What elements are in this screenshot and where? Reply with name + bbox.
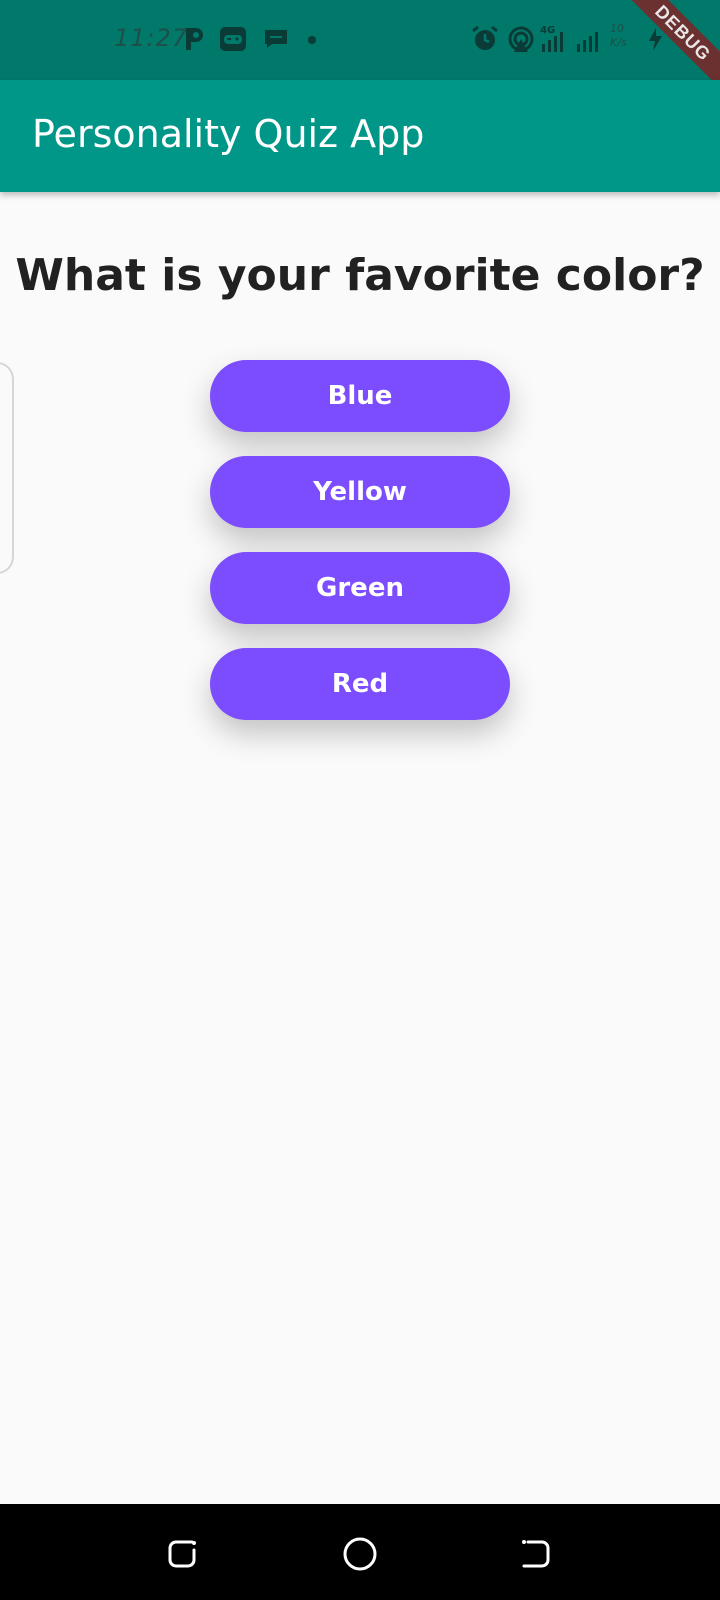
back-icon[interactable]	[516, 1534, 556, 1574]
app-bar: Personality Quiz App	[0, 80, 720, 192]
answer-button-blue[interactable]: Blue	[210, 360, 510, 432]
answer-button-red[interactable]: Red	[210, 648, 510, 720]
dot-icon	[308, 36, 316, 44]
message-icon	[265, 30, 287, 48]
recent-apps-icon[interactable]	[164, 1534, 204, 1574]
game-icon	[220, 27, 246, 51]
edge-panel-handle[interactable]	[0, 362, 14, 574]
signal-icon: 4G	[540, 25, 563, 52]
hotspot-icon	[508, 26, 534, 52]
svg-text:4G: 4G	[540, 25, 555, 36]
status-time: 11:27	[114, 24, 189, 52]
answer-list: Blue Yellow Green Red	[210, 360, 510, 744]
home-icon[interactable]	[340, 1534, 380, 1574]
question-text: What is your favorite color?	[15, 250, 705, 301]
navigation-bar	[0, 1504, 720, 1600]
answer-button-green[interactable]: Green	[210, 552, 510, 624]
app-title: Personality Quiz App	[32, 112, 425, 156]
answer-button-yellow[interactable]: Yellow	[210, 456, 510, 528]
signal-icon	[577, 32, 598, 52]
p-icon	[186, 28, 203, 50]
alarm-icon	[472, 25, 498, 50]
